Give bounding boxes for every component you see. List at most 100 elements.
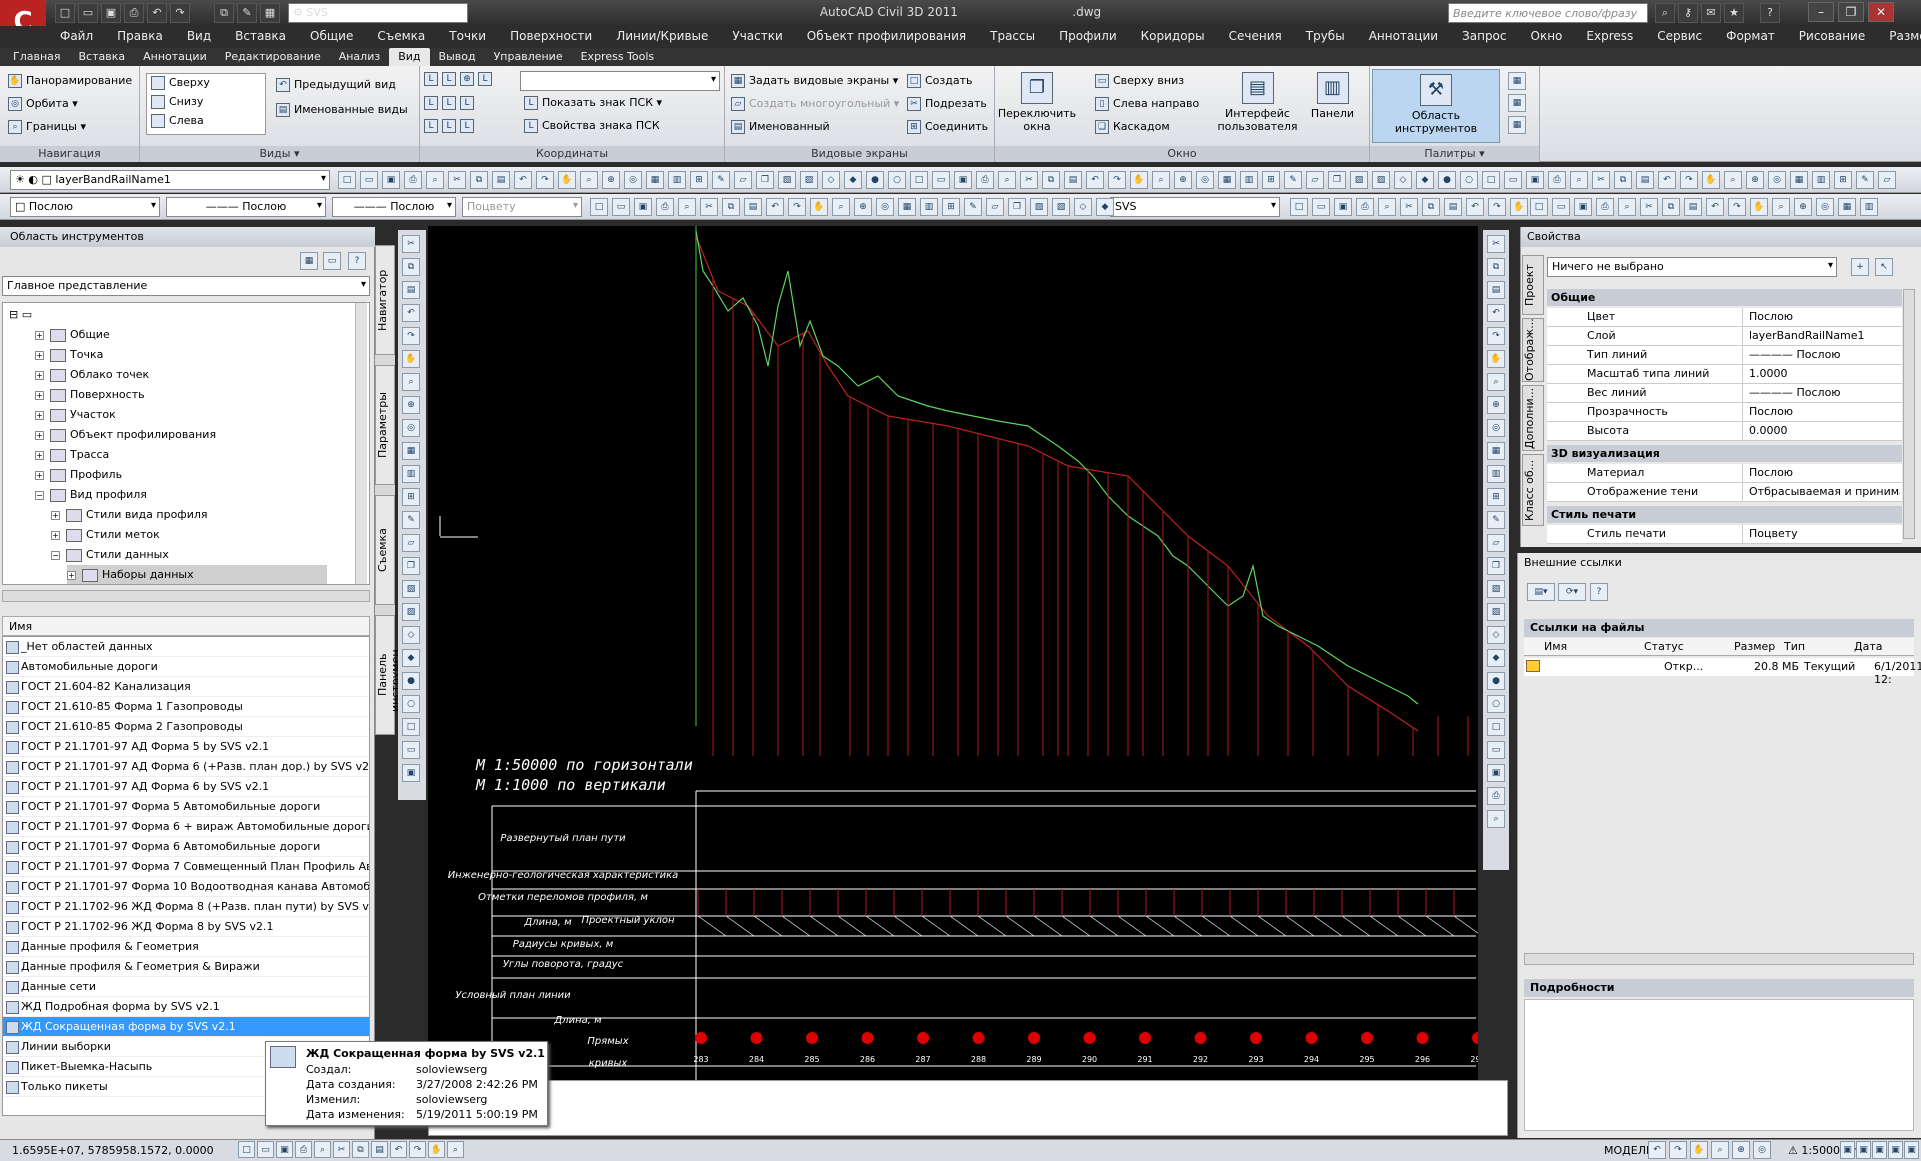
toolbar-icon[interactable]: ✋ [1487, 350, 1505, 368]
list-item[interactable]: ГОСТ 21.604-82 Канализация [3, 677, 369, 697]
tree-node[interactable]: + Поверхность [35, 385, 145, 405]
toolbar-icon[interactable]: ⊞ [1487, 488, 1505, 506]
toolbar-icon[interactable]: ▧ [1487, 580, 1505, 598]
toolbar-icon[interactable]: ▦ [402, 442, 420, 460]
style-select[interactable]: SVS [1110, 197, 1280, 217]
menu-item[interactable]: Рисование [1787, 26, 1877, 48]
named-views-button[interactable]: ▤ Именованные виды [276, 103, 408, 117]
status-icon[interactable]: ▣ [1904, 1141, 1919, 1159]
toolbar-icon[interactable]: ↷ [1728, 198, 1746, 216]
tree-scrollbar[interactable] [2, 590, 370, 602]
ucs-icon-properties-button[interactable]: L Свойства знака ПСК [524, 119, 660, 133]
toolbar-icon[interactable]: ✂ [700, 198, 718, 216]
property-row[interactable]: Стиль печати Поцвету [1547, 525, 1902, 544]
ucs-buttons[interactable]: LLL [424, 119, 478, 133]
xref-cell[interactable]: Откр... [1664, 660, 1703, 673]
toolbar-icon[interactable]: ⊕ [1174, 171, 1192, 189]
property-value[interactable]: 0.0000 [1745, 422, 1900, 440]
list-item[interactable]: Данные профиля & Геометрия & Виражи [3, 957, 369, 977]
workspace-select[interactable]: ⚙ SVS [288, 3, 468, 23]
toolbar-icon[interactable]: ◎ [1487, 419, 1505, 437]
tree-node[interactable]: + Участок [35, 405, 116, 425]
ribbon-tab[interactable]: Анализ [330, 48, 390, 66]
toolbar-icon[interactable]: ▨ [800, 171, 818, 189]
property-row[interactable]: Высота 0.0000 [1547, 422, 1902, 441]
toolbar-icon[interactable]: ✋ [1702, 171, 1720, 189]
xref-scrollbar[interactable] [1524, 953, 1914, 965]
toolbar-icon[interactable]: ⌕ [1378, 198, 1396, 216]
menu-item[interactable]: Вставка [223, 26, 298, 48]
toolbar-icon[interactable]: ✋ [810, 198, 828, 216]
toolbar-icon[interactable]: ⌕ [1152, 171, 1170, 189]
toolbar-icon[interactable]: ▱ [1878, 171, 1896, 189]
toolbar-icon[interactable]: □ [402, 718, 420, 736]
toolbar-icon[interactable]: ◆ [1416, 171, 1434, 189]
xref-column[interactable]: Размер [1734, 640, 1775, 653]
xref-column[interactable]: Дата [1854, 640, 1882, 653]
expand-icon[interactable]: + [35, 410, 44, 420]
menu-item[interactable]: Участки [720, 26, 794, 48]
toolbar-icon[interactable]: ↶ [1466, 198, 1484, 216]
toolbar-icon[interactable]: ❐ [1328, 171, 1346, 189]
attach-icon[interactable]: ▤▾ [1527, 583, 1555, 601]
property-value[interactable]: Отбрасываемая и принимаем... [1745, 483, 1900, 501]
toolbar-icon[interactable]: ▦ [1838, 198, 1856, 216]
toolbar-icon[interactable]: ▱ [402, 534, 420, 552]
ribbon-tab[interactable]: Express Tools [572, 48, 664, 66]
table-icon[interactable]: ▦ [260, 3, 280, 23]
toolbar-icon[interactable]: ⊕ [602, 171, 620, 189]
ribbon-tab[interactable]: Редактирование [216, 48, 330, 66]
toolbar-icon[interactable]: ⧉ [1422, 198, 1440, 216]
toolbar-icon[interactable]: ▱ [1306, 171, 1324, 189]
toolbar-icon[interactable]: ⧉ [1042, 171, 1060, 189]
property-value[interactable]: ———— Послою [1745, 346, 1900, 364]
search-icon[interactable]: ⌕ [1655, 3, 1675, 23]
user-interface-button[interactable]: ▤ Интерфейс пользователя [1215, 72, 1300, 133]
tree-node[interactable]: + Стили вида профиля [51, 505, 208, 525]
view-list[interactable]: Сверху Снизу Слева [146, 73, 266, 135]
toolbar-icon[interactable]: ✎ [402, 511, 420, 529]
menu-item[interactable]: Правка [105, 26, 175, 48]
toolbar-icon[interactable]: ▤ [744, 198, 762, 216]
toolbar-icon[interactable]: ⊕ [854, 198, 872, 216]
toolbar-icon[interactable]: ↶ [766, 198, 784, 216]
toolbar-icon[interactable]: ▦ [898, 198, 916, 216]
tree-node[interactable]: + Объект профилирования [35, 425, 216, 445]
toolbar-icon[interactable]: ✎ [1284, 171, 1302, 189]
list-item[interactable]: ГОСТ Р 21.1701-97 Форма 6 Автомобильные … [3, 837, 369, 857]
ribbon-tab[interactable]: Вид [389, 48, 430, 66]
toolbar-icon[interactable]: ✋ [1750, 198, 1768, 216]
menu-item[interactable]: Аннотации [1357, 26, 1450, 48]
drawing-area[interactable]: М 1:50000 по горизонтали М 1:1000 по верт… [428, 226, 1486, 1161]
layer-select[interactable]: ☀ ◐ □ layerBandRailName1 [10, 170, 330, 190]
toolbar-icon[interactable]: ⧉ [1614, 171, 1632, 189]
xref-cell[interactable]: 20.8 МБ [1754, 660, 1799, 673]
status-icon[interactable]: ▣ [1856, 1141, 1871, 1159]
orbit-button[interactable]: ◎ Орбита ▾ [8, 97, 78, 111]
toolbar-icon[interactable]: ⧉ [470, 171, 488, 189]
toolbar-icon[interactable]: ⎙ [656, 198, 674, 216]
toolbar-icon[interactable]: ▭ [1504, 171, 1522, 189]
undo-icon[interactable]: ↶ [147, 3, 167, 23]
toolbar-icon[interactable]: ▤ [492, 171, 510, 189]
property-row[interactable]: Цвет Послою [1547, 308, 1902, 327]
toolspace-tab[interactable]: Съемка [375, 495, 395, 605]
menu-item[interactable]: Запрос [1450, 26, 1518, 48]
property-value[interactable]: layerBandRailName1 [1745, 327, 1900, 345]
toolbar-icon[interactable]: ⊞ [942, 198, 960, 216]
list-item[interactable]: Данные профиля & Геометрия [3, 937, 369, 957]
toolbar-icon[interactable]: ↶ [1487, 304, 1505, 322]
expand-icon[interactable]: + [51, 510, 60, 520]
list-item[interactable]: ГОСТ Р 21.1701-97 АД Форма 6 by SVS v2.1 [3, 777, 369, 797]
select-objects-icon[interactable]: ↖ [1875, 258, 1893, 276]
toolbar-icon[interactable]: ⧉ [1487, 258, 1505, 276]
save-icon[interactable]: ▣ [101, 3, 121, 23]
toolbar-icon[interactable]: ✂ [1487, 235, 1505, 253]
toolbar-icon[interactable]: ▭ [932, 171, 950, 189]
menu-item[interactable]: Трассы [978, 26, 1047, 48]
expand-icon[interactable]: + [35, 390, 44, 400]
toolbar-icon[interactable]: ▤ [402, 281, 420, 299]
expand-icon[interactable]: + [35, 350, 44, 360]
toolbar-icon[interactable]: ▱ [734, 171, 752, 189]
tile-vertical-button[interactable]: ▯ Слева направо [1095, 97, 1199, 111]
